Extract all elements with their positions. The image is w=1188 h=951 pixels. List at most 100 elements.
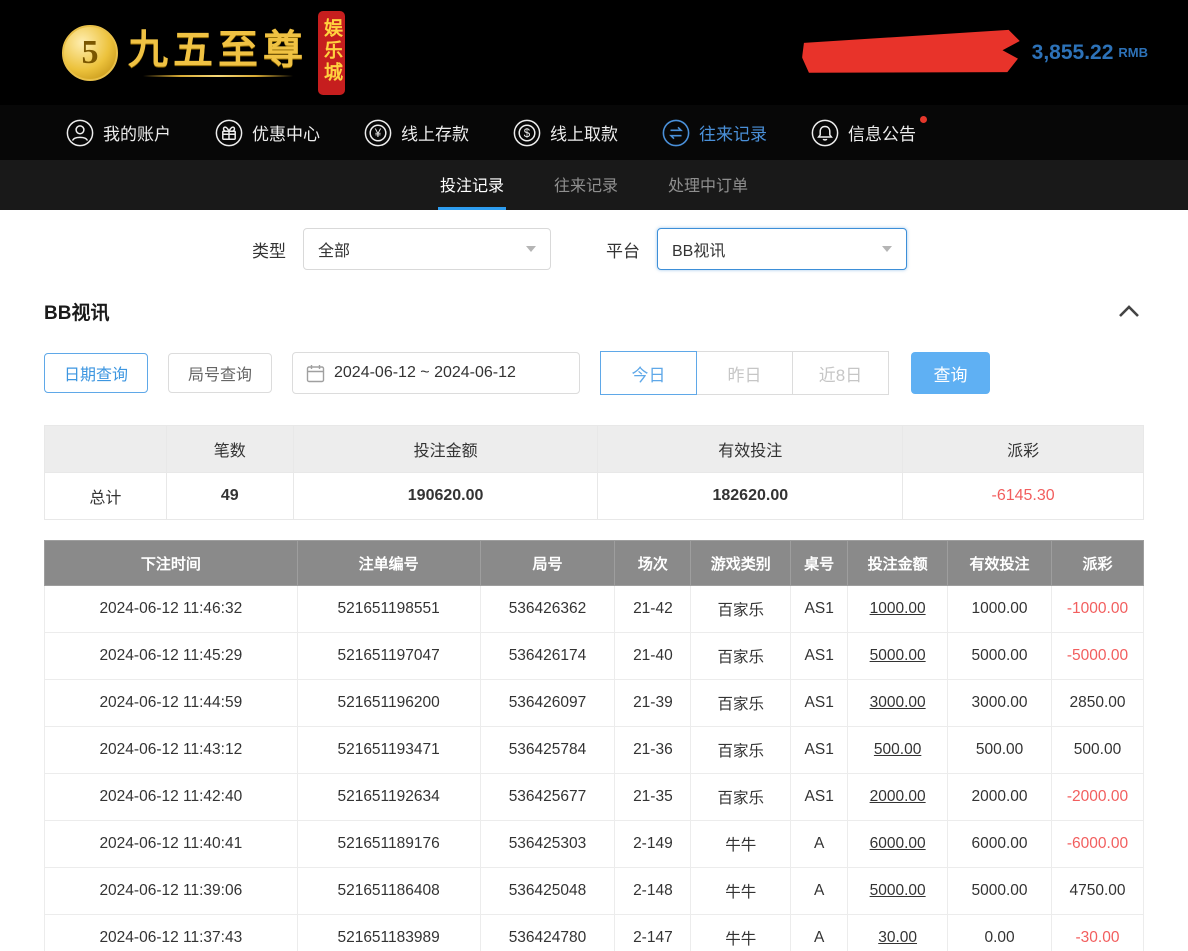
summary-payout-value: -6145.30 xyxy=(903,473,1144,520)
cell-valid-bet: 2000.00 xyxy=(948,774,1052,821)
table-row: 2024-06-12 11:44:59 521651196200 5364260… xyxy=(45,680,1144,727)
date-range-input[interactable]: 2024-06-12 ~ 2024-06-12 xyxy=(292,352,580,394)
chevron-down-icon xyxy=(882,246,892,252)
cell-bet-amount-link[interactable]: 3000.00 xyxy=(848,680,948,727)
cell-payout: 2850.00 xyxy=(1052,680,1144,727)
cell-session: 21-36 xyxy=(615,727,691,774)
table-row: 2024-06-12 11:42:40 521651192634 5364256… xyxy=(45,774,1144,821)
table-row: 2024-06-12 11:46:32 521651198551 5364263… xyxy=(45,586,1144,633)
cell-table-no: AS1 xyxy=(791,727,848,774)
cell-payout: -2000.00 xyxy=(1052,774,1144,821)
collapse-section-button[interactable] xyxy=(1114,301,1144,322)
nav-item-announcements[interactable]: 信息公告 xyxy=(811,119,916,147)
calendar-icon xyxy=(306,364,325,383)
nav-label: 线上取款 xyxy=(550,120,618,145)
summary-header-valid-bet: 有效投注 xyxy=(598,426,903,473)
nav-item-transaction-records[interactable]: 往来记录 xyxy=(662,119,767,147)
cell-bet-time: 2024-06-12 11:43:12 xyxy=(45,727,298,774)
cell-bet-amount-link[interactable]: 2000.00 xyxy=(848,774,948,821)
nav-item-online-deposit[interactable]: ¥ 线上存款 xyxy=(364,119,469,147)
cell-round-no: 536425677 xyxy=(480,774,615,821)
header-round-no: 局号 xyxy=(480,541,615,586)
site-logo[interactable]: 5 九五至尊 娱乐城 xyxy=(62,11,345,95)
summary-header-bet-amount: 投注金额 xyxy=(293,426,598,473)
nav-item-promotions[interactable]: 优惠中心 xyxy=(215,119,320,147)
header-payout: 派彩 xyxy=(1052,541,1144,586)
chevron-down-icon xyxy=(526,246,536,252)
detail-table-body: 2024-06-12 11:46:32 521651198551 5364263… xyxy=(45,586,1144,951)
deposit-coin-icon: ¥ xyxy=(364,119,392,147)
cell-bet-amount-link[interactable]: 6000.00 xyxy=(848,821,948,868)
cell-session: 2-148 xyxy=(615,868,691,915)
summary-total-label: 总计 xyxy=(45,473,167,520)
cell-bet-amount-link[interactable]: 5000.00 xyxy=(848,633,948,680)
header-bet-amount: 投注金额 xyxy=(848,541,948,586)
cell-bet-id: 521651193471 xyxy=(297,727,480,774)
cell-session: 21-35 xyxy=(615,774,691,821)
cell-bet-time: 2024-06-12 11:46:32 xyxy=(45,586,298,633)
summary-header-count: 笔数 xyxy=(166,426,293,473)
svg-text:¥: ¥ xyxy=(374,128,382,140)
cell-bet-amount-link[interactable]: 1000.00 xyxy=(848,586,948,633)
cell-session: 2-149 xyxy=(615,821,691,868)
user-icon xyxy=(66,119,94,147)
cell-bet-amount-link[interactable]: 500.00 xyxy=(848,727,948,774)
header-bet-time: 下注时间 xyxy=(45,541,298,586)
summary-table: 笔数 投注金额 有效投注 派彩 总计 49 190620.00 182620.0… xyxy=(44,425,1144,520)
today-button[interactable]: 今日 xyxy=(600,351,697,395)
nav-label: 信息公告 xyxy=(848,120,916,145)
cell-bet-id: 521651189176 xyxy=(297,821,480,868)
table-row: 2024-06-12 11:45:29 521651197047 5364261… xyxy=(45,633,1144,680)
cell-bet-id: 521651186408 xyxy=(297,868,480,915)
summary-count-value: 49 xyxy=(166,473,293,520)
cell-round-no: 536426174 xyxy=(480,633,615,680)
summary-bet-amount-value: 190620.00 xyxy=(293,473,598,520)
round-query-button[interactable]: 局号查询 xyxy=(168,353,272,393)
header-table-no: 桌号 xyxy=(791,541,848,586)
cell-bet-time: 2024-06-12 11:44:59 xyxy=(45,680,298,727)
cell-bet-time: 2024-06-12 11:42:40 xyxy=(45,774,298,821)
cell-payout: -1000.00 xyxy=(1052,586,1144,633)
date-query-button[interactable]: 日期查询 xyxy=(44,353,148,393)
cell-payout: -30.00 xyxy=(1052,915,1144,951)
table-row: 2024-06-12 11:40:41 521651189176 5364253… xyxy=(45,821,1144,868)
nav-item-my-account[interactable]: 我的账户 xyxy=(66,119,171,147)
cell-bet-time: 2024-06-12 11:45:29 xyxy=(45,633,298,680)
type-select[interactable]: 全部 xyxy=(303,228,551,270)
logo-text: 九五至尊 xyxy=(128,29,308,71)
table-row: 2024-06-12 11:43:12 521651193471 5364257… xyxy=(45,727,1144,774)
nav-item-online-withdrawal[interactable]: $ 线上取款 xyxy=(513,119,618,147)
cell-game-type: 百家乐 xyxy=(691,586,791,633)
cell-bet-id: 521651183989 xyxy=(297,915,480,951)
cell-payout: 4750.00 xyxy=(1052,868,1144,915)
balance-area: 3,855.22 RMB xyxy=(802,31,1148,75)
withdraw-coin-icon: $ xyxy=(513,119,541,147)
tab-transaction-records[interactable]: 往来记录 xyxy=(552,160,620,210)
summary-header-payout: 派彩 xyxy=(903,426,1144,473)
platform-select-value: BB视讯 xyxy=(672,237,725,261)
detail-table: 下注时间 注单编号 局号 场次 游戏类别 桌号 投注金额 有效投注 派彩 202… xyxy=(44,540,1144,951)
cell-valid-bet: 1000.00 xyxy=(948,586,1052,633)
cell-valid-bet: 500.00 xyxy=(948,727,1052,774)
cell-bet-amount-link[interactable]: 30.00 xyxy=(848,915,948,951)
currency-label: RMB xyxy=(1118,45,1148,60)
cell-round-no: 536426097 xyxy=(480,680,615,727)
cell-bet-amount-link[interactable]: 5000.00 xyxy=(848,868,948,915)
cell-table-no: AS1 xyxy=(791,774,848,821)
page-title: BB视讯 xyxy=(44,298,109,325)
cell-round-no: 536425303 xyxy=(480,821,615,868)
section-header: BB视讯 xyxy=(0,298,1188,325)
svg-text:$: $ xyxy=(524,128,531,140)
platform-select[interactable]: BB视讯 xyxy=(657,228,907,270)
cell-bet-id: 521651192634 xyxy=(297,774,480,821)
last-8-days-button[interactable]: 近8日 xyxy=(792,351,889,395)
redacted-username xyxy=(801,28,1020,77)
tab-betting-records[interactable]: 投注记录 xyxy=(438,160,506,210)
cell-table-no: AS1 xyxy=(791,586,848,633)
cell-payout: 500.00 xyxy=(1052,727,1144,774)
cell-payout: -6000.00 xyxy=(1052,821,1144,868)
tab-processing-orders[interactable]: 处理中订单 xyxy=(666,160,750,210)
cell-payout: -5000.00 xyxy=(1052,633,1144,680)
yesterday-button[interactable]: 昨日 xyxy=(696,351,793,395)
search-button[interactable]: 查询 xyxy=(911,352,990,394)
